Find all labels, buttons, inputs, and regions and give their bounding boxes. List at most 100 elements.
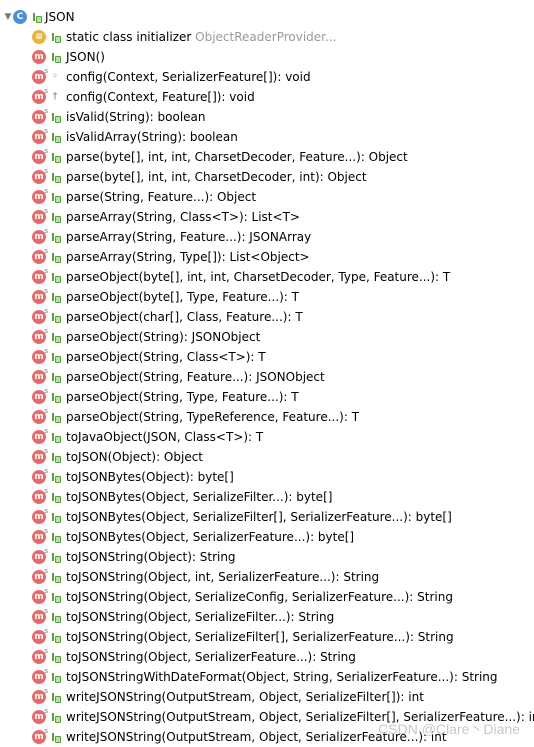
tree-item-method[interactable]: m s † config(Context, Feature[]): void bbox=[0, 87, 534, 107]
method-icon: ms bbox=[32, 288, 48, 304]
tree-item-method[interactable]: m s toJSONBytes(Object, SerializeFilter...… bbox=[0, 487, 534, 507]
method-icon: ms bbox=[32, 727, 48, 744]
tree-item-method[interactable]: m s isValidArray(String): boolean bbox=[0, 127, 534, 147]
tree-root-class-json[interactable]: ▼ C JSON bbox=[0, 7, 534, 27]
static-marker-icon: s bbox=[44, 707, 48, 715]
member-signature: config(Context, SerializerFeature[]): vo… bbox=[66, 70, 311, 84]
tree-item-method[interactable]: m s toJSONString(Object, SerializeConfig, … bbox=[0, 587, 534, 607]
chevron-down-icon[interactable]: ▼ bbox=[3, 9, 13, 25]
static-marker-icon: s bbox=[44, 547, 48, 555]
public-visibility-icon bbox=[50, 491, 61, 503]
tree-item-method[interactable]: m s parseObject(String, Type, Feature...):… bbox=[0, 387, 534, 407]
tree-item-method[interactable]: m s parseObject(char[], Class, Feature...)… bbox=[0, 307, 534, 327]
public-visibility-icon bbox=[50, 391, 61, 403]
public-visibility-icon bbox=[50, 611, 61, 623]
tree-item-label: static class initializer ObjectReaderPro… bbox=[66, 27, 336, 47]
method-icon: ms bbox=[32, 667, 48, 684]
tree-item-label: toJSONBytes(Object, SerializerFeature...… bbox=[66, 527, 354, 547]
tree-item-label: parseObject(String, TypeReference, Featu… bbox=[66, 407, 359, 427]
tree-item-method[interactable]: m s parse(byte[], int, int, CharsetDecoder… bbox=[0, 147, 534, 167]
tree-item-method[interactable]: m s toJSONBytes(Object, SerializeFilter[],… bbox=[0, 507, 534, 527]
public-visibility-icon bbox=[50, 631, 61, 643]
tree-item-method[interactable]: m s parse(String, Feature...): Object bbox=[0, 187, 534, 207]
tree-item-method[interactable]: m s toJSONStringWithDateFormat(Object, Str… bbox=[0, 667, 534, 687]
public-visibility-icon bbox=[50, 731, 61, 743]
tree-item-method[interactable]: m s parseObject(byte[], Type, Feature...):… bbox=[0, 287, 534, 307]
static-marker-icon: s bbox=[44, 367, 48, 375]
method-icon: ms bbox=[32, 588, 48, 604]
static-marker-icon: s bbox=[44, 127, 48, 135]
public-visibility-icon bbox=[50, 31, 61, 43]
tree-item-label: parse(byte[], int, int, CharsetDecoder, … bbox=[66, 147, 408, 167]
tree-item-method[interactable]: m s parseObject(String): JSONObject bbox=[0, 327, 534, 347]
tree-item-method[interactable]: m s parseObject(String, TypeReference, Fea… bbox=[0, 407, 534, 427]
public-visibility-icon bbox=[50, 331, 61, 343]
tree-item-method[interactable]: m s toJSONBytes(Object, SerializerFeature.… bbox=[0, 527, 534, 547]
public-visibility-icon bbox=[50, 431, 61, 443]
tree-item-method[interactable]: m s toJavaObject(JSON, Class<T>): T bbox=[0, 427, 534, 447]
member-signature: parseObject(String): JSONObject bbox=[66, 330, 261, 344]
tree-item-method[interactable]: m s writeJSONString(OutputStream, Object, … bbox=[0, 687, 534, 707]
tree-item-label: toJSONStringWithDateFormat(Object, Strin… bbox=[66, 667, 498, 687]
tree-item-label: toJSON(Object): Object bbox=[66, 447, 203, 467]
method-icon: ms bbox=[32, 508, 48, 524]
structure-tree[interactable]: ▼ C JSON ≡ static class initializer Objec… bbox=[0, 0, 534, 747]
public-visibility-icon bbox=[50, 111, 61, 123]
public-visibility-icon bbox=[50, 151, 61, 163]
method-icon: ms bbox=[32, 328, 48, 344]
tree-item-method[interactable]: m s isValid(String): boolean bbox=[0, 107, 534, 127]
method-icon: ms bbox=[32, 168, 48, 184]
member-signature: toJSONString(Object, int, SerializerFeat… bbox=[66, 570, 380, 584]
static-marker-icon: s bbox=[44, 727, 48, 735]
tree-item-label: parseObject(byte[], Type, Feature...): T bbox=[66, 287, 299, 307]
tree-item-method[interactable]: m s parseObject(String, Feature...): JSONO… bbox=[0, 367, 534, 387]
tree-item-label: parse(byte[], int, int, CharsetDecoder, … bbox=[66, 167, 367, 187]
tree-item-label: toJSONString(Object, SerializeConfig, Se… bbox=[66, 587, 453, 607]
tree-item-method[interactable]: m s parseArray(String, Type[]): List<Objec… bbox=[0, 247, 534, 267]
method-icon: ms bbox=[32, 447, 48, 464]
member-signature: parseObject(String, TypeReference, Featu… bbox=[66, 410, 360, 424]
static-marker-icon: s bbox=[44, 487, 48, 495]
method-icon: ms bbox=[32, 308, 48, 324]
static-marker-icon: s bbox=[44, 267, 48, 275]
tree-item-label: parseArray(String, Type[]): List<Object> bbox=[66, 247, 310, 267]
tree-item-method[interactable]: m s parseObject(byte[], int, int, CharsetD… bbox=[0, 267, 534, 287]
member-signature: toJSONString(Object): String bbox=[66, 550, 236, 564]
tree-item-method[interactable]: m s toJSONString(Object): String bbox=[0, 547, 534, 567]
tree-item-method[interactable]: m s parseArray(String, Feature...): JSONAr… bbox=[0, 227, 534, 247]
tree-item-method[interactable]: m s toJSONString(Object, int, SerializerFe… bbox=[0, 567, 534, 587]
member-signature: toJSONString(Object, SerializeConfig, Se… bbox=[66, 590, 453, 604]
public-visibility-icon bbox=[50, 51, 61, 63]
member-signature: config(Context, Feature[]): void bbox=[66, 90, 255, 104]
method-icon: ms bbox=[32, 547, 48, 564]
static-marker-icon: s bbox=[44, 187, 48, 195]
member-signature: isValid(String): boolean bbox=[66, 110, 206, 124]
tree-item-method[interactable]: m s toJSON(Object): Object bbox=[0, 447, 534, 467]
static-marker-icon: s bbox=[44, 447, 48, 455]
member-signature: toJSONBytes(Object): byte[] bbox=[66, 470, 234, 484]
tree-item-method[interactable]: m s parseObject(String, Class<T>): T bbox=[0, 347, 534, 367]
method-icon: ms bbox=[32, 228, 48, 244]
tree-item-method[interactable]: m s parse(byte[], int, int, CharsetDecoder… bbox=[0, 167, 534, 187]
tree-item-method[interactable]: m s toJSONString(Object, SerializeFilter..… bbox=[0, 607, 534, 627]
tree-item-method[interactable]: m s parseArray(String, Class<T>): List<T> bbox=[0, 207, 534, 227]
method-icon: ms bbox=[32, 568, 48, 584]
tree-item-method[interactable]: m s toJSONBytes(Object): byte[] bbox=[0, 467, 534, 487]
method-icon: ms bbox=[32, 388, 48, 404]
tree-item-label: parseObject(String, Feature...): JSONObj… bbox=[66, 367, 325, 387]
tree-item-label: isValid(String): boolean bbox=[66, 107, 206, 127]
tree-item-method[interactable]: m s ◦ config(Context, SerializerFeature[]):… bbox=[0, 67, 534, 87]
tree-item-label: parseObject(String): JSONObject bbox=[66, 327, 260, 347]
tree-item-initializer[interactable]: ≡ static class initializer ObjectReaderPr… bbox=[0, 27, 534, 47]
tree-item-method[interactable]: m s toJSONString(Object, SerializeFilter[]… bbox=[0, 627, 534, 647]
watermark: CSDN @Clare丶Diane bbox=[378, 721, 520, 737]
method-icon: ms bbox=[32, 428, 48, 444]
static-marker-icon: s bbox=[44, 67, 48, 75]
tree-root-label: JSON bbox=[45, 10, 75, 24]
static-marker-icon: s bbox=[44, 667, 48, 675]
member-signature: parseArray(String, Feature...): JSONArra… bbox=[66, 230, 312, 244]
tree-item-method[interactable]: m s toJSONString(Object, SerializerFeature… bbox=[0, 647, 534, 667]
tree-item-method[interactable]: m JSON() bbox=[0, 47, 534, 67]
member-signature: parse(byte[], int, int, CharsetDecoder, … bbox=[66, 170, 367, 184]
member-signature: JSON() bbox=[66, 50, 105, 64]
